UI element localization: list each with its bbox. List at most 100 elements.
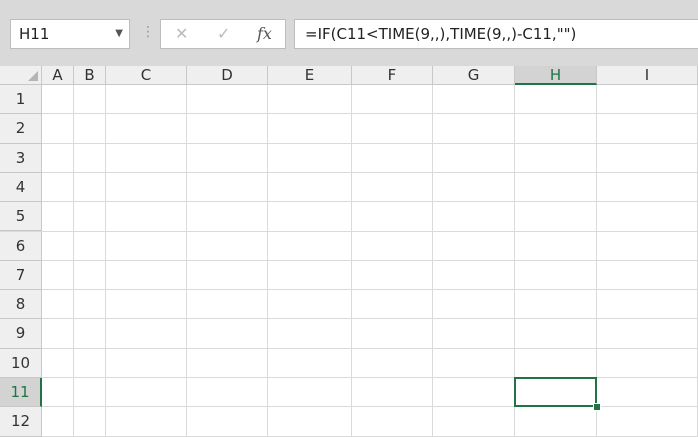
overtime-cell[interactable] [433, 349, 515, 378]
column-header-g[interactable]: G [433, 66, 515, 85]
night-cell[interactable] [597, 261, 698, 290]
name-box[interactable]: H11 ▼ [10, 19, 130, 49]
header-cell[interactable] [352, 144, 433, 173]
weekday-cell[interactable] [74, 319, 106, 348]
weekday-cell[interactable] [74, 378, 106, 407]
overtime-cell[interactable] [433, 173, 515, 202]
start-cell[interactable] [106, 232, 187, 261]
chevron-down-icon[interactable]: ▼ [115, 20, 123, 48]
early-cell[interactable] [515, 232, 597, 261]
header-cell[interactable] [597, 144, 698, 173]
column-header-c[interactable]: C [106, 66, 187, 85]
break-cell[interactable] [268, 319, 352, 348]
employee-name[interactable] [268, 85, 428, 114]
work-cell[interactable] [352, 290, 433, 319]
work-cell[interactable] [352, 349, 433, 378]
early-cell[interactable] [515, 349, 597, 378]
end-cell[interactable] [187, 407, 268, 436]
break-cell[interactable] [268, 290, 352, 319]
row-header-10[interactable]: 10 [0, 348, 42, 378]
cancel-icon[interactable]: ✕ [175, 24, 188, 43]
row-header-5[interactable]: 5 [0, 202, 42, 232]
break-cell[interactable] [268, 349, 352, 378]
row-header-7[interactable]: 7 [0, 260, 42, 291]
start-cell[interactable] [106, 378, 187, 407]
night-cell[interactable] [597, 319, 698, 348]
night-cell[interactable] [597, 378, 698, 407]
enter-icon[interactable]: ✓ [217, 24, 230, 43]
end-cell[interactable] [187, 349, 268, 378]
end-cell[interactable] [187, 319, 268, 348]
work-cell[interactable] [352, 407, 433, 436]
break-cell[interactable] [268, 261, 352, 290]
row-header-2[interactable]: 2 [0, 114, 42, 144]
row-header-8[interactable]: 8 [0, 290, 42, 320]
row-header-4[interactable]: 4 [0, 172, 42, 203]
header-cell[interactable] [187, 144, 268, 173]
early-cell[interactable] [515, 290, 597, 319]
early-cell[interactable] [515, 261, 597, 290]
night-cell[interactable] [597, 232, 698, 261]
row-header-3[interactable]: 3 [0, 143, 42, 173]
night-cell[interactable] [597, 173, 698, 202]
start-cell[interactable] [106, 407, 187, 436]
end-cell[interactable] [187, 173, 268, 202]
fx-icon[interactable]: fx [257, 24, 272, 43]
early-cell[interactable] [515, 173, 597, 202]
header-cell[interactable] [433, 144, 515, 173]
title-month[interactable] [106, 85, 266, 114]
column-header-f[interactable]: F [352, 66, 433, 85]
night-cell[interactable] [597, 407, 698, 436]
day-cell[interactable] [42, 378, 74, 407]
end-cell[interactable] [187, 232, 268, 261]
formula-input[interactable]: =IF(C11<TIME(9,,),TIME(9,,)-C11,"") [294, 19, 698, 49]
end-cell[interactable] [187, 378, 268, 407]
start-cell[interactable] [106, 202, 187, 231]
column-header-h[interactable]: H [515, 66, 597, 85]
break-cell[interactable] [268, 378, 352, 407]
weekday-cell[interactable] [74, 290, 106, 319]
early-cell[interactable] [515, 202, 597, 231]
overtime-cell[interactable] [433, 319, 515, 348]
header-cell[interactable] [106, 144, 187, 173]
overtime-cell[interactable] [433, 378, 515, 407]
column-header-d[interactable]: D [187, 66, 268, 85]
column-header-b[interactable]: B [74, 66, 106, 85]
work-cell[interactable] [352, 202, 433, 231]
night-cell[interactable] [597, 290, 698, 319]
weekday-cell[interactable] [74, 173, 106, 202]
work-cell[interactable] [352, 319, 433, 348]
work-cell[interactable] [352, 173, 433, 202]
day-cell[interactable] [42, 173, 74, 202]
weekday-cell[interactable] [74, 202, 106, 231]
row-header-11[interactable]: 11 [0, 378, 42, 408]
day-cell[interactable] [42, 407, 74, 436]
weekday-cell[interactable] [74, 407, 106, 436]
end-cell[interactable] [187, 261, 268, 290]
day-cell[interactable] [42, 349, 74, 378]
start-cell[interactable] [106, 261, 187, 290]
night-cell[interactable] [597, 202, 698, 231]
row-header-1[interactable]: 1 [0, 85, 42, 115]
overtime-cell[interactable] [433, 232, 515, 261]
header-cell[interactable] [515, 144, 597, 173]
work-cell[interactable] [352, 232, 433, 261]
end-cell[interactable] [187, 290, 268, 319]
spreadsheet-grid[interactable]: A B C D E F G H I 1 2 3 4 5 6 7 8 9 10 11 12 [0, 66, 698, 437]
break-cell[interactable] [268, 232, 352, 261]
column-header-i[interactable]: I [597, 66, 698, 85]
row-header-6[interactable]: 6 [0, 231, 42, 261]
break-cell[interactable] [268, 407, 352, 436]
early-cell[interactable] [515, 407, 597, 436]
early-cell[interactable] [515, 319, 597, 348]
day-cell[interactable] [42, 232, 74, 261]
overtime-cell[interactable] [433, 407, 515, 436]
start-cell[interactable] [106, 290, 187, 319]
select-all-corner[interactable] [0, 66, 42, 85]
weekday-cell[interactable] [74, 349, 106, 378]
overtime-cell[interactable] [433, 290, 515, 319]
column-header-a[interactable]: A [42, 66, 74, 85]
drag-handle-icon[interactable]: ⋮ [141, 24, 155, 40]
night-cell[interactable] [597, 349, 698, 378]
fill-handle[interactable] [593, 403, 601, 412]
